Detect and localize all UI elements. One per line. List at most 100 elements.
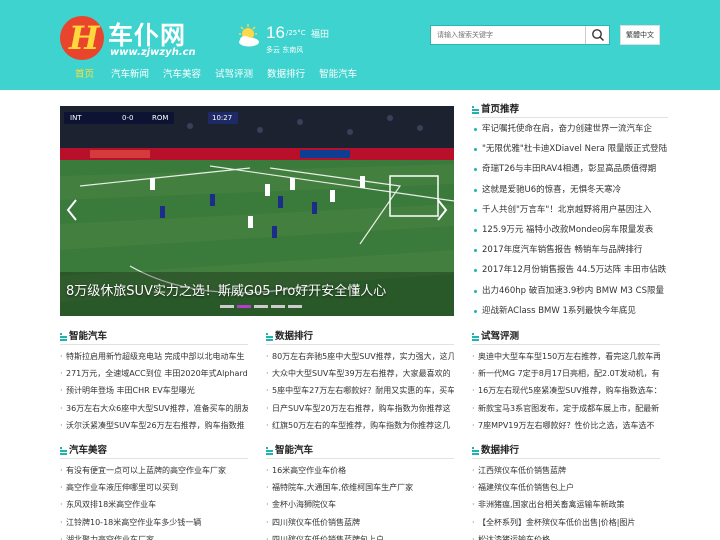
list-item[interactable]: 80万左右奔驰5座中大型SUV推荐，实力强大，这几 — [266, 348, 454, 365]
list-icon — [266, 333, 273, 341]
section-title: 汽车美容 — [60, 443, 248, 459]
list-item[interactable]: 36万左右大众6座中大型SUV推荐，准备买车的朋友 — [60, 400, 248, 417]
chevron-left-icon — [66, 199, 77, 221]
block-car-beauty: 汽车美容 有没有便宜一点可以上蓝牌的高空作业车厂家 高空作业车液压伸哪里可以买到… — [60, 443, 248, 540]
list-item[interactable]: 奇瑞T26与丰田RAV4相遇，彰显高品质值得期 — [472, 159, 668, 179]
search-icon — [591, 29, 604, 42]
slider-dot[interactable] — [288, 305, 302, 308]
nav-test-drive[interactable]: 试驾评测 — [208, 66, 260, 84]
section-title: 智能汽车 — [60, 329, 248, 345]
list-item[interactable]: 【全杯系列】金杯殡仪车低价出售|价格|图片 — [472, 514, 660, 531]
list-item[interactable]: 奥迪中大型车车型150万左右推荐，看完这几款车再 — [472, 348, 660, 365]
list-item[interactable]: 非洲猪瘟,国家出台相关畜禽运输车新政策 — [472, 496, 660, 513]
list-item[interactable]: 四川殡仪车低价销售蓝牌 — [266, 514, 454, 531]
list-item[interactable]: 沃尔沃紧凑型SUV车型26万左右推荐，购车指数推 — [60, 417, 248, 434]
temperature-unit: /25°C — [286, 29, 306, 37]
article-list: 16米高空作业车价格 福特院车,大通国车,依维柯国车生产厂家 金杯小海狮院仪车 … — [266, 462, 454, 540]
temperature: 16 — [266, 23, 285, 42]
slider-dot[interactable] — [220, 305, 234, 308]
list-item[interactable]: 2017年度汽车销售报告 畅销车与品牌排行 — [472, 240, 668, 260]
list-item[interactable]: 特斯拉启用新竹超级充电站 完成中部以北电动车生 — [60, 348, 248, 365]
block-rankings: 数据排行 80万左右奔驰5座中大型SUV推荐，实力强大，这几 大众中大型SUV车… — [266, 329, 454, 434]
site-logo[interactable]: H 车仆网 www.zjwzyh.cn — [60, 14, 200, 62]
score-team-right: ROM — [152, 114, 169, 122]
search-button[interactable] — [585, 26, 609, 44]
list-item[interactable]: 千人共创"万言车"！北京越野将用户基因注入 — [472, 200, 668, 220]
sun-cloud-icon — [239, 24, 259, 47]
list-item[interactable]: 有没有便宜一点可以上蓝牌的高空作业车厂家 — [60, 462, 248, 479]
list-item[interactable]: 16万左右现代5座紧凑型SUV推荐，购车指数选车： — [472, 382, 660, 399]
list-item[interactable]: 新款宝马3系官图发布，定于成都车展上市，配最新 — [472, 400, 660, 417]
list-item[interactable]: 2017年12月份销售报告 44.5万达阵 丰田市佔跌 — [472, 260, 668, 280]
section-title: 数据排行 — [266, 329, 454, 345]
list-item[interactable]: 日产SUV车型20万左右推荐，购车指数为你推荐这 — [266, 400, 454, 417]
list-item[interactable]: 这就是爱驰U6的惊喜，无惧冬天寒冷 — [472, 180, 668, 200]
article-list: 80万左右奔驰5座中大型SUV推荐，实力强大，这几 大众中大型SUV车型39万左… — [266, 348, 454, 434]
list-item[interactable]: 金杯小海狮院仪车 — [266, 496, 454, 513]
list-item[interactable]: "无限优雅"杜卡迪XDiavel Nera 限量版正式登陆 — [472, 139, 668, 159]
logo-url: www.zjwzyh.cn — [110, 47, 196, 58]
list-item[interactable]: 四川殡仪车低价销售蓝牌包上户 — [266, 531, 454, 540]
score-team-left: INT — [70, 114, 82, 122]
list-icon — [472, 333, 479, 341]
match-clock: 10:27 — [212, 114, 233, 122]
weather-city: 福田 — [311, 30, 330, 40]
featured-slider[interactable]: INT 0-0 ROM 10:27 8万级休旅SUV实力之选！斯威G05 Pro… — [60, 106, 454, 316]
section-title: 首页推荐 — [472, 102, 668, 118]
list-item[interactable]: 松达漆猪运输车价格 — [472, 531, 660, 540]
list-item[interactable]: 16米高空作业车价格 — [266, 462, 454, 479]
article-list: 特斯拉启用新竹超级充电站 完成中部以北电动车生 271万元，全速域ACC到位 丰… — [60, 348, 248, 434]
list-item[interactable]: 湖北聚力高空作业车厂家 — [60, 531, 248, 540]
slide-caption[interactable]: 8万级休旅SUV实力之选！斯威G05 Pro好开安全懂人心 — [66, 280, 386, 299]
list-item[interactable]: 江西殡仪车低价销售蓝牌 — [472, 462, 660, 479]
nav-rankings[interactable]: 数据排行 — [260, 66, 312, 84]
language-toggle-button[interactable]: 繁體中文 — [620, 25, 660, 45]
article-list: 奥迪中大型车车型150万左右推荐，看完这几款车再 新一代MG 7定于8月17日亮… — [472, 348, 660, 434]
list-item[interactable]: 红旗50万左右的车型推荐，购车指数为你推荐这几 — [266, 417, 454, 434]
list-item[interactable]: 5座中型车27万左右哪款好？耐用又实惠的车，买车 — [266, 382, 454, 399]
list-item[interactable]: 7座MPV19万左右哪款好？性价比之选，选车选不 — [472, 417, 660, 434]
slider-dots — [220, 305, 302, 308]
search-input[interactable] — [431, 26, 586, 44]
section-title: 数据排行 — [472, 443, 660, 459]
list-item[interactable]: 福建殡仪车低价销售包上户 — [472, 479, 660, 496]
list-icon — [472, 447, 479, 455]
list-item[interactable]: 东风双排18米高空作业车 — [60, 496, 248, 513]
list-icon — [60, 333, 67, 341]
site-header: H 车仆网 www.zjwzyh.cn 16 /25°C 福田 多云 东南风 繁… — [0, 0, 720, 90]
nav-car-news[interactable]: 汽车新闻 — [104, 66, 156, 84]
nav-smart-car[interactable]: 智能汽车 — [312, 66, 364, 84]
block-rankings-2: 数据排行 江西殡仪车低价销售蓝牌 福建殡仪车低价销售包上户 非洲猪瘟,国家出台相… — [472, 443, 660, 540]
list-item[interactable]: 牢记嘱托使命在肩，奋力创建世界一流汽车企 — [472, 119, 668, 139]
search-box — [430, 25, 610, 45]
list-icon — [60, 447, 67, 455]
list-item[interactable]: 271万元，全速域ACC到位 丰田2020年式Alphard上 — [60, 365, 248, 382]
list-icon — [472, 106, 479, 114]
section-title: 智能汽车 — [266, 443, 454, 459]
article-list: 江西殡仪车低价销售蓝牌 福建殡仪车低价销售包上户 非洲猪瘟,国家出台相关畜禽运输… — [472, 462, 660, 540]
slider-dot[interactable] — [271, 305, 285, 308]
list-item[interactable]: 高空作业车液压伸哪里可以买到 — [60, 479, 248, 496]
list-item[interactable]: 福特院车,大通国车,依维柯国车生产厂家 — [266, 479, 454, 496]
list-item[interactable]: 迎战新AClass BMW 1系列最快今年底见 — [472, 301, 668, 321]
logo-mark: H — [60, 16, 104, 60]
list-item[interactable]: 大众中大型SUV车型39万左右推荐，大家最喜欢的 — [266, 365, 454, 382]
main-nav: 首页 汽车新闻 汽车美容 试驾评测 数据排行 智能汽车 — [60, 66, 364, 84]
list-item[interactable]: 出力460hp 破百加速3.9秒内 BMW M3 CS限量 — [472, 281, 668, 301]
block-smart-car: 智能汽车 特斯拉启用新竹超级充电站 完成中部以北电动车生 271万元，全速域AC… — [60, 329, 248, 434]
recommended-list: 牢记嘱托使命在肩，奋力创建世界一流汽车企 "无限优雅"杜卡迪XDiavel Ne… — [472, 119, 668, 321]
list-item[interactable]: 预计明年登场 丰田CHR EV车型曝光 — [60, 382, 248, 399]
list-item[interactable]: 125.9万元 福特小改款Mondeo房车限量发表 — [472, 220, 668, 240]
slider-dot[interactable] — [254, 305, 268, 308]
slider-prev-button[interactable] — [64, 198, 80, 222]
slider-next-button[interactable] — [434, 198, 450, 222]
weather-description: 多云 东南风 — [266, 46, 304, 54]
recommended-section: 首页推荐 牢记嘱托使命在肩，奋力创建世界一流汽车企 "无限优雅"杜卡迪XDiav… — [472, 102, 668, 322]
list-item[interactable]: 江铃牌10-18米高空作业车多少钱一辆 — [60, 514, 248, 531]
nav-car-beauty[interactable]: 汽车美容 — [156, 66, 208, 84]
weather-widget: 16 /25°C 福田 多云 东南风 — [236, 22, 346, 62]
list-item[interactable]: 新一代MG 7定于8月17日亮相，配2.0T发动机，有 — [472, 365, 660, 382]
slider-dot-active[interactable] — [237, 305, 251, 308]
nav-home[interactable]: 首页 — [60, 66, 104, 84]
score-value: 0-0 — [122, 114, 134, 122]
